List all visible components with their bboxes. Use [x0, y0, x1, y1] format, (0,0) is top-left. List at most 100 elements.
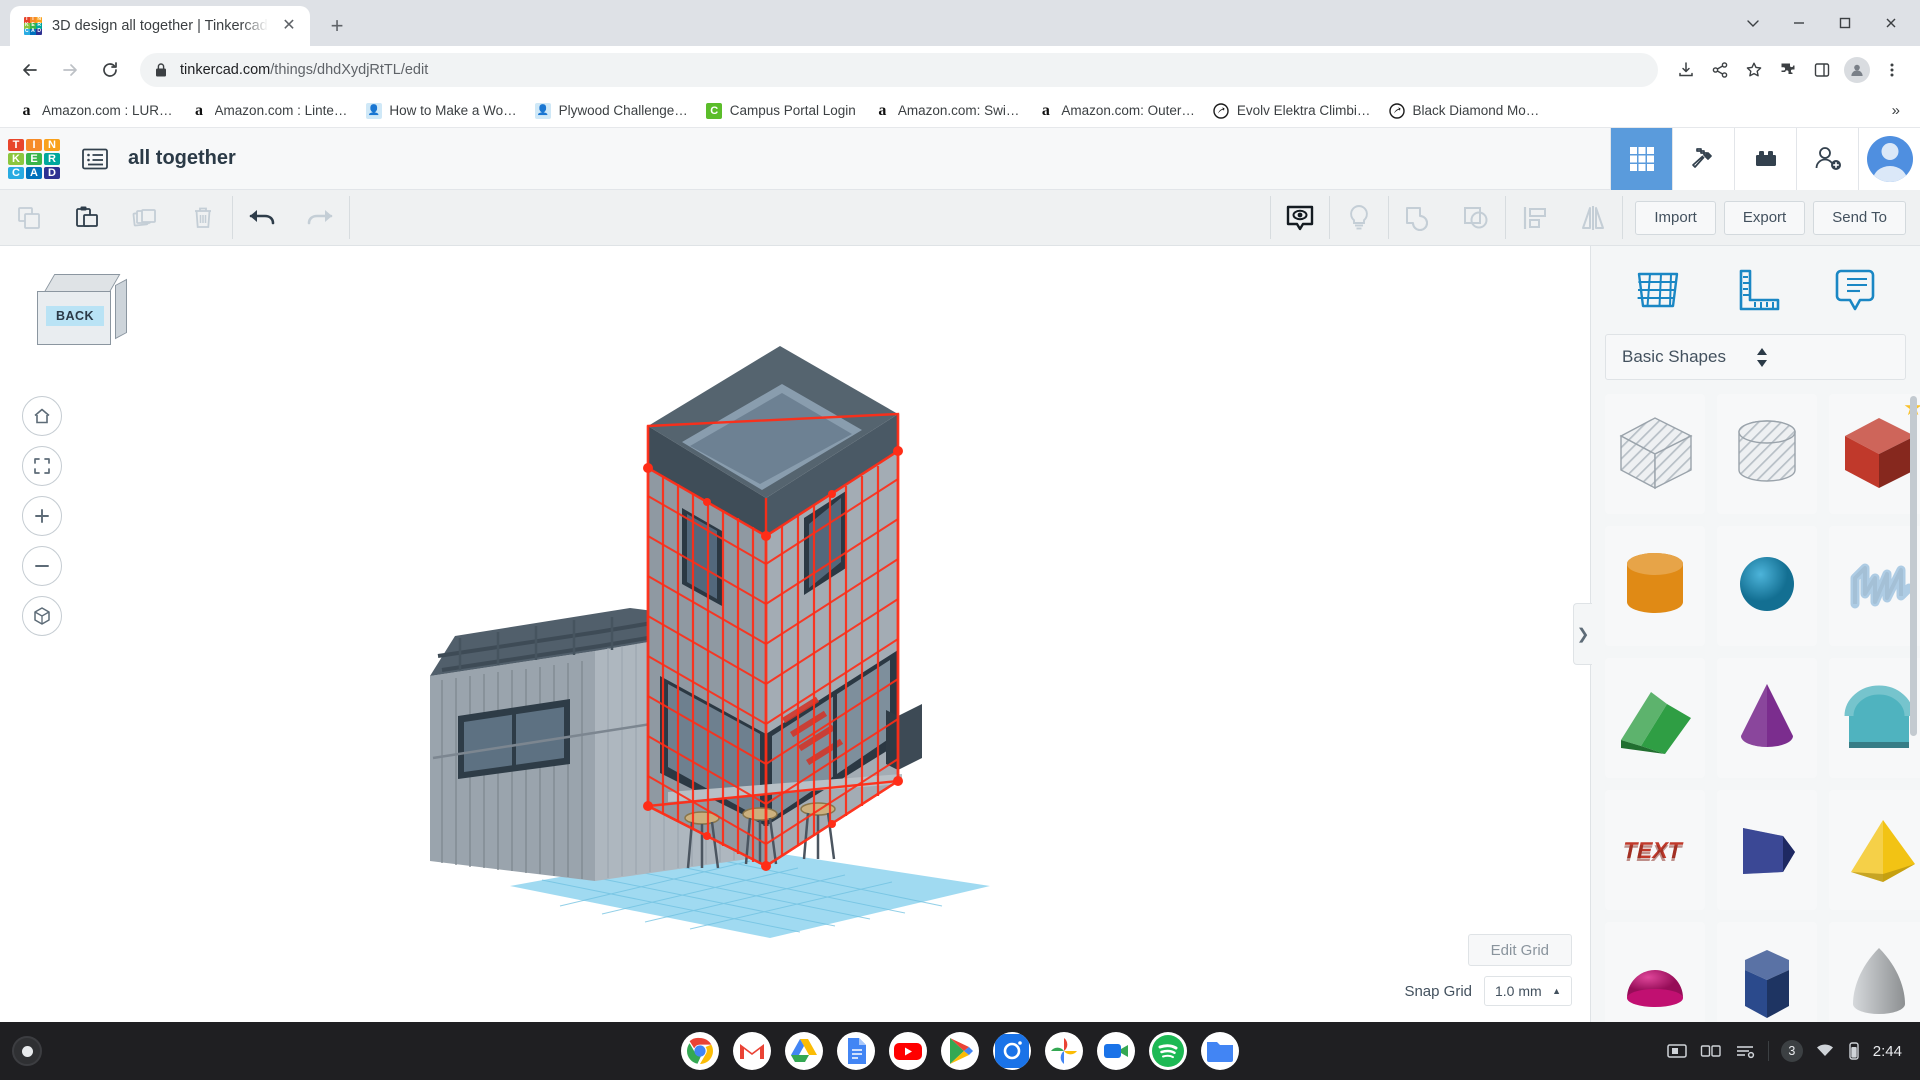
- shapes-scrollbar[interactable]: [1910, 396, 1917, 736]
- shelf-menu-icon[interactable]: [1734, 1042, 1756, 1060]
- invite-person-icon[interactable]: [1796, 128, 1858, 190]
- camera-app-icon[interactable]: [993, 1032, 1031, 1070]
- tab-search-icon[interactable]: [1730, 3, 1776, 43]
- bookmark-item[interactable]: C Campus Portal Login: [698, 98, 864, 123]
- files-app-icon[interactable]: [1201, 1032, 1239, 1070]
- view-cube-top-face[interactable]: [44, 274, 120, 292]
- collapse-panel-button[interactable]: ❯: [1573, 603, 1592, 665]
- shapes-scroll-area[interactable]: ★: [1591, 380, 1920, 1022]
- clock-time[interactable]: 2:44: [1873, 1043, 1908, 1060]
- mirror-flip-icon[interactable]: [1564, 190, 1622, 246]
- copy-icon[interactable]: [0, 190, 58, 246]
- new-tab-button[interactable]: +: [320, 9, 354, 43]
- system-tray[interactable]: 3 2:44: [1666, 1040, 1908, 1062]
- profile-avatar[interactable]: [1844, 57, 1870, 83]
- bookmark-item[interactable]: Black Diamond Mo…: [1380, 98, 1547, 123]
- roof-wedge-shape[interactable]: [1605, 658, 1705, 778]
- pickaxe-minecraft-icon[interactable]: [1672, 128, 1734, 190]
- cylinder-shape[interactable]: [1605, 526, 1705, 646]
- align-icon[interactable]: [1506, 190, 1564, 246]
- export-button[interactable]: Export: [1724, 201, 1805, 235]
- youtube-app-icon[interactable]: [889, 1032, 927, 1070]
- workplane-grid-icon[interactable]: [1620, 259, 1694, 321]
- show-hide-eye-icon[interactable]: [1271, 190, 1329, 246]
- battery-icon[interactable]: [1847, 1041, 1861, 1061]
- play-store-app-icon[interactable]: [941, 1032, 979, 1070]
- text-shape[interactable]: TEXT TEXT: [1605, 790, 1705, 910]
- hole-cylinder-shape[interactable]: [1717, 394, 1817, 514]
- duplicate-icon[interactable]: [116, 190, 174, 246]
- bookmarks-overflow-button[interactable]: »: [1882, 98, 1910, 123]
- chrome-app-icon[interactable]: [681, 1032, 719, 1070]
- bookmark-item[interactable]: 👤 How to Make a Wo…: [357, 98, 524, 123]
- snap-grid-select[interactable]: 1.0 mm ▲: [1484, 976, 1572, 1006]
- design-title[interactable]: all together: [128, 147, 236, 170]
- hole-box-shape[interactable]: [1605, 394, 1705, 514]
- polygon-shape[interactable]: [1717, 922, 1817, 1022]
- home-view-icon[interactable]: [22, 396, 62, 436]
- delete-trash-icon[interactable]: [174, 190, 232, 246]
- bookmark-star-icon[interactable]: [1738, 54, 1770, 86]
- bookmark-item[interactable]: a Amazon.com: Swi…: [866, 98, 1028, 123]
- back-button[interactable]: [12, 52, 48, 88]
- launcher-button[interactable]: [12, 1036, 42, 1066]
- reload-button[interactable]: [92, 52, 128, 88]
- pyramid-shape[interactable]: [1829, 790, 1920, 910]
- gmail-app-icon[interactable]: [733, 1032, 771, 1070]
- photos-app-icon[interactable]: [1045, 1032, 1083, 1070]
- ruler-icon[interactable]: [1719, 259, 1793, 321]
- tinkercad-logo[interactable]: TINKERCAD: [8, 139, 60, 179]
- extensions-icon[interactable]: [1772, 54, 1804, 86]
- meet-app-icon[interactable]: [1097, 1032, 1135, 1070]
- ungroup-icon[interactable]: [1447, 190, 1505, 246]
- paraboloid-shape[interactable]: [1829, 922, 1920, 1022]
- shapes-category-dropdown[interactable]: Basic Shapes: [1605, 334, 1906, 380]
- screen-capture-icon[interactable]: [1666, 1041, 1688, 1061]
- half-sphere-shape[interactable]: [1605, 922, 1705, 1022]
- blocks-grid-icon[interactable]: [1610, 128, 1672, 190]
- close-tab-icon[interactable]: ✕: [278, 15, 300, 37]
- edit-grid-button[interactable]: Edit Grid: [1468, 934, 1572, 966]
- google-drive-app-icon[interactable]: [785, 1032, 823, 1070]
- view-cube[interactable]: BACK: [36, 274, 118, 348]
- notification-count-badge[interactable]: 3: [1781, 1040, 1803, 1062]
- zoom-in-icon[interactable]: [22, 496, 62, 536]
- paste-icon[interactable]: [58, 190, 116, 246]
- send-to-button[interactable]: Send To: [1813, 201, 1906, 235]
- light-bulb-icon[interactable]: [1330, 190, 1388, 246]
- zoom-out-icon[interactable]: [22, 546, 62, 586]
- bookmark-item[interactable]: a Amazon.com : Linte…: [183, 98, 356, 123]
- ortho-perspective-icon[interactable]: [22, 596, 62, 636]
- redo-icon[interactable]: [291, 190, 349, 246]
- more-menu-icon[interactable]: [1876, 54, 1908, 86]
- forward-button[interactable]: [52, 52, 88, 88]
- install-app-icon[interactable]: [1670, 54, 1702, 86]
- sidepanel-icon[interactable]: [1806, 54, 1838, 86]
- container-house-model[interactable]: [330, 246, 1590, 1006]
- bookmark-item[interactable]: a Amazon.com: Outer…: [1029, 98, 1203, 123]
- view-cube-side-face[interactable]: [115, 279, 127, 339]
- group-icon[interactable]: [1389, 190, 1447, 246]
- maximize-icon[interactable]: [1822, 3, 1868, 43]
- cone-shape[interactable]: [1717, 658, 1817, 778]
- round-roof-shape[interactable]: [1829, 658, 1920, 778]
- share-icon[interactable]: [1704, 54, 1736, 86]
- close-window-icon[interactable]: [1868, 3, 1914, 43]
- design-list-toggle[interactable]: [76, 140, 114, 178]
- bookmark-item[interactable]: 👤 Plywood Challenge…: [527, 98, 696, 123]
- input-method-icon[interactable]: [1700, 1042, 1722, 1060]
- google-docs-app-icon[interactable]: [837, 1032, 875, 1070]
- import-button[interactable]: Import: [1635, 201, 1716, 235]
- notes-callout-icon[interactable]: [1818, 259, 1892, 321]
- bookmark-item[interactable]: Evolv Elektra Climbi…: [1205, 98, 1379, 123]
- lego-brick-icon[interactable]: [1734, 128, 1796, 190]
- undo-icon[interactable]: [233, 190, 291, 246]
- user-avatar[interactable]: [1858, 128, 1920, 190]
- minimize-icon[interactable]: [1776, 3, 1822, 43]
- box-shape[interactable]: ★: [1829, 394, 1920, 514]
- fit-all-icon[interactable]: [22, 446, 62, 486]
- wedge-shape[interactable]: [1717, 790, 1817, 910]
- sphere-shape[interactable]: [1717, 526, 1817, 646]
- scribble-shape[interactable]: [1829, 526, 1920, 646]
- wifi-icon[interactable]: [1815, 1042, 1835, 1060]
